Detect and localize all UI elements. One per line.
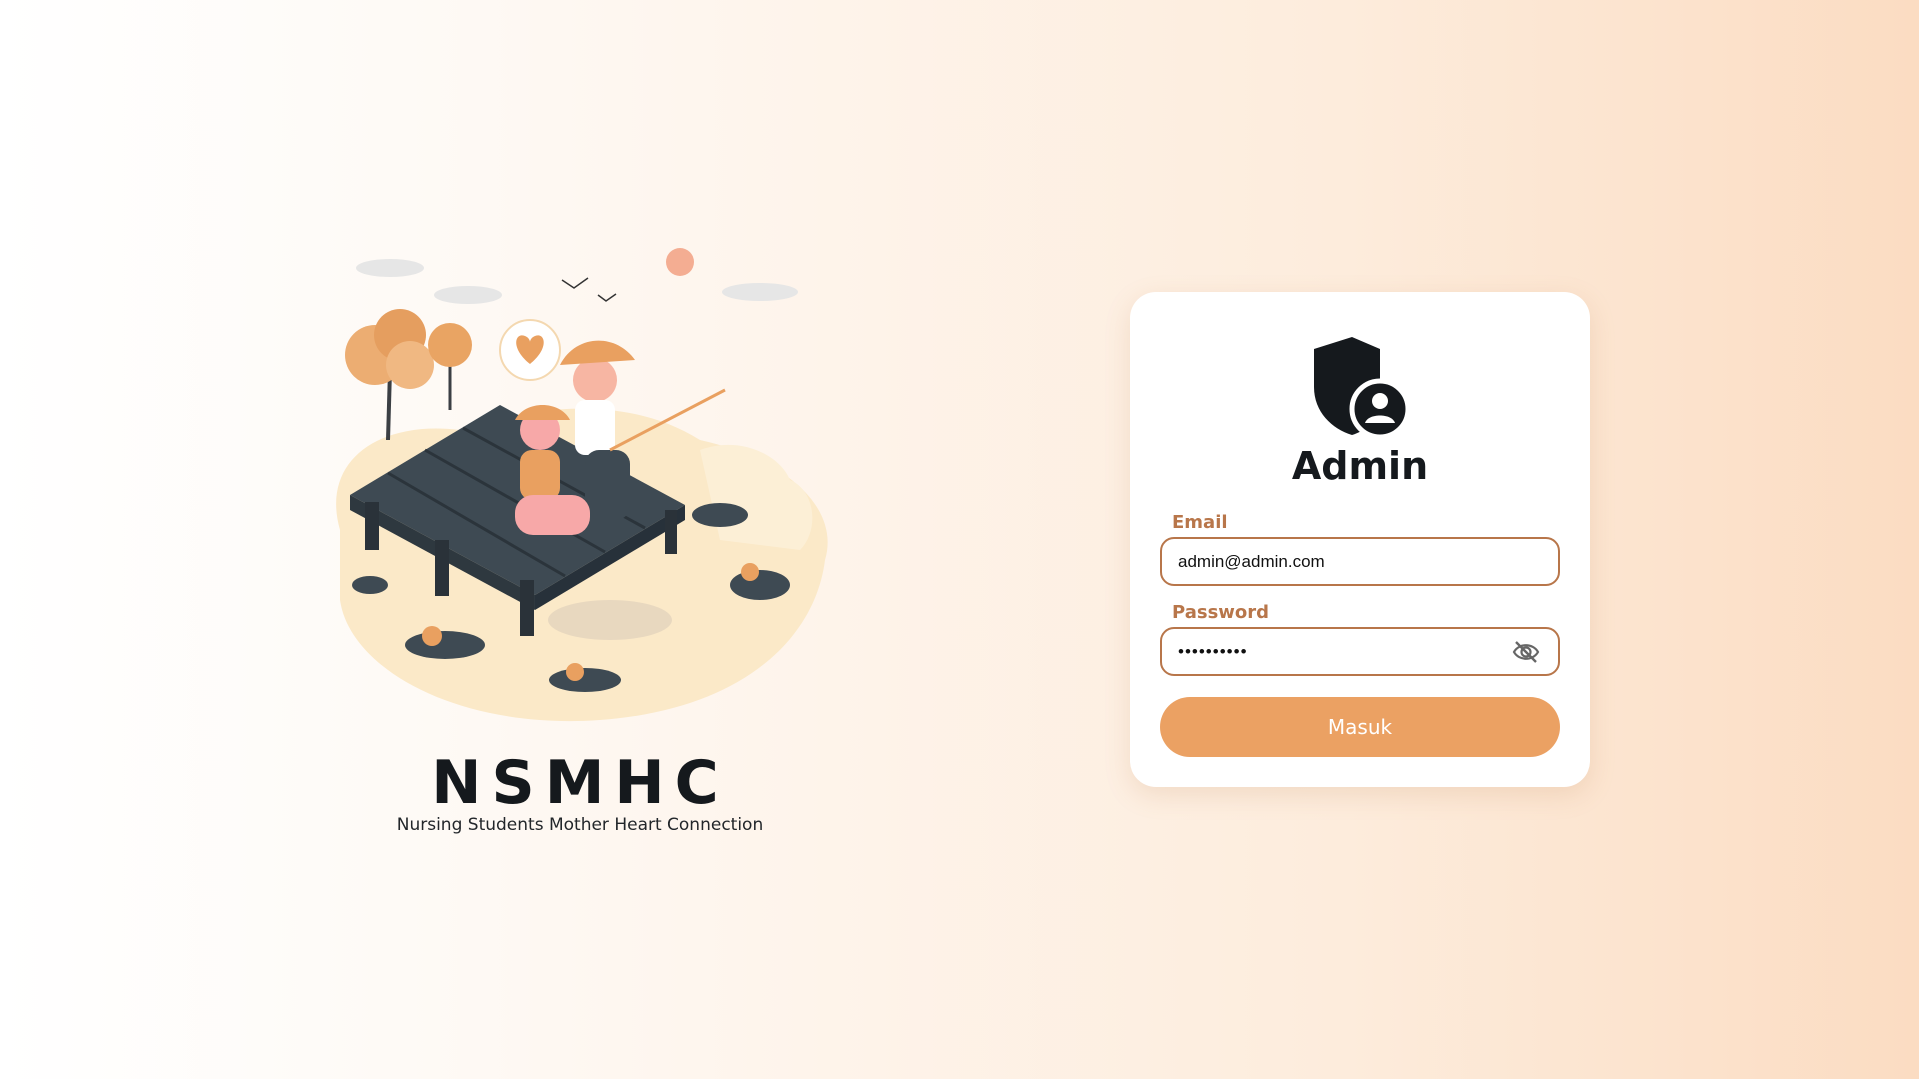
shadow [548,600,672,640]
password-field[interactable] [1160,627,1560,676]
eye-off-icon[interactable] [1512,639,1540,665]
lily-pad [405,631,485,659]
boy-body [520,450,560,500]
brand-subtitle: Nursing Students Mother Heart Connection [396,815,764,835]
bird [597,293,617,302]
cloud [722,283,798,301]
fishing-illustration [336,248,828,722]
email-label: Email [1172,512,1228,533]
cloud [434,286,502,304]
girl-body [575,400,615,455]
tree [428,323,472,367]
login-card: Admin Email Password Masuk [1130,292,1590,787]
sun [666,248,694,276]
bird [561,277,589,289]
admin-shield-user-icon [1314,337,1410,437]
email-field[interactable] [1160,537,1560,586]
brand-title: NSMHC [431,748,729,818]
girl-head [573,358,617,402]
lily-pad [730,570,790,600]
lily-pad [692,503,748,527]
password-label: Password [1172,602,1270,623]
login-title: Admin [1291,444,1429,488]
login-button[interactable]: Masuk [1160,697,1560,757]
lily-pad [549,668,621,692]
cloud [356,259,424,277]
lily-pad [352,576,388,594]
